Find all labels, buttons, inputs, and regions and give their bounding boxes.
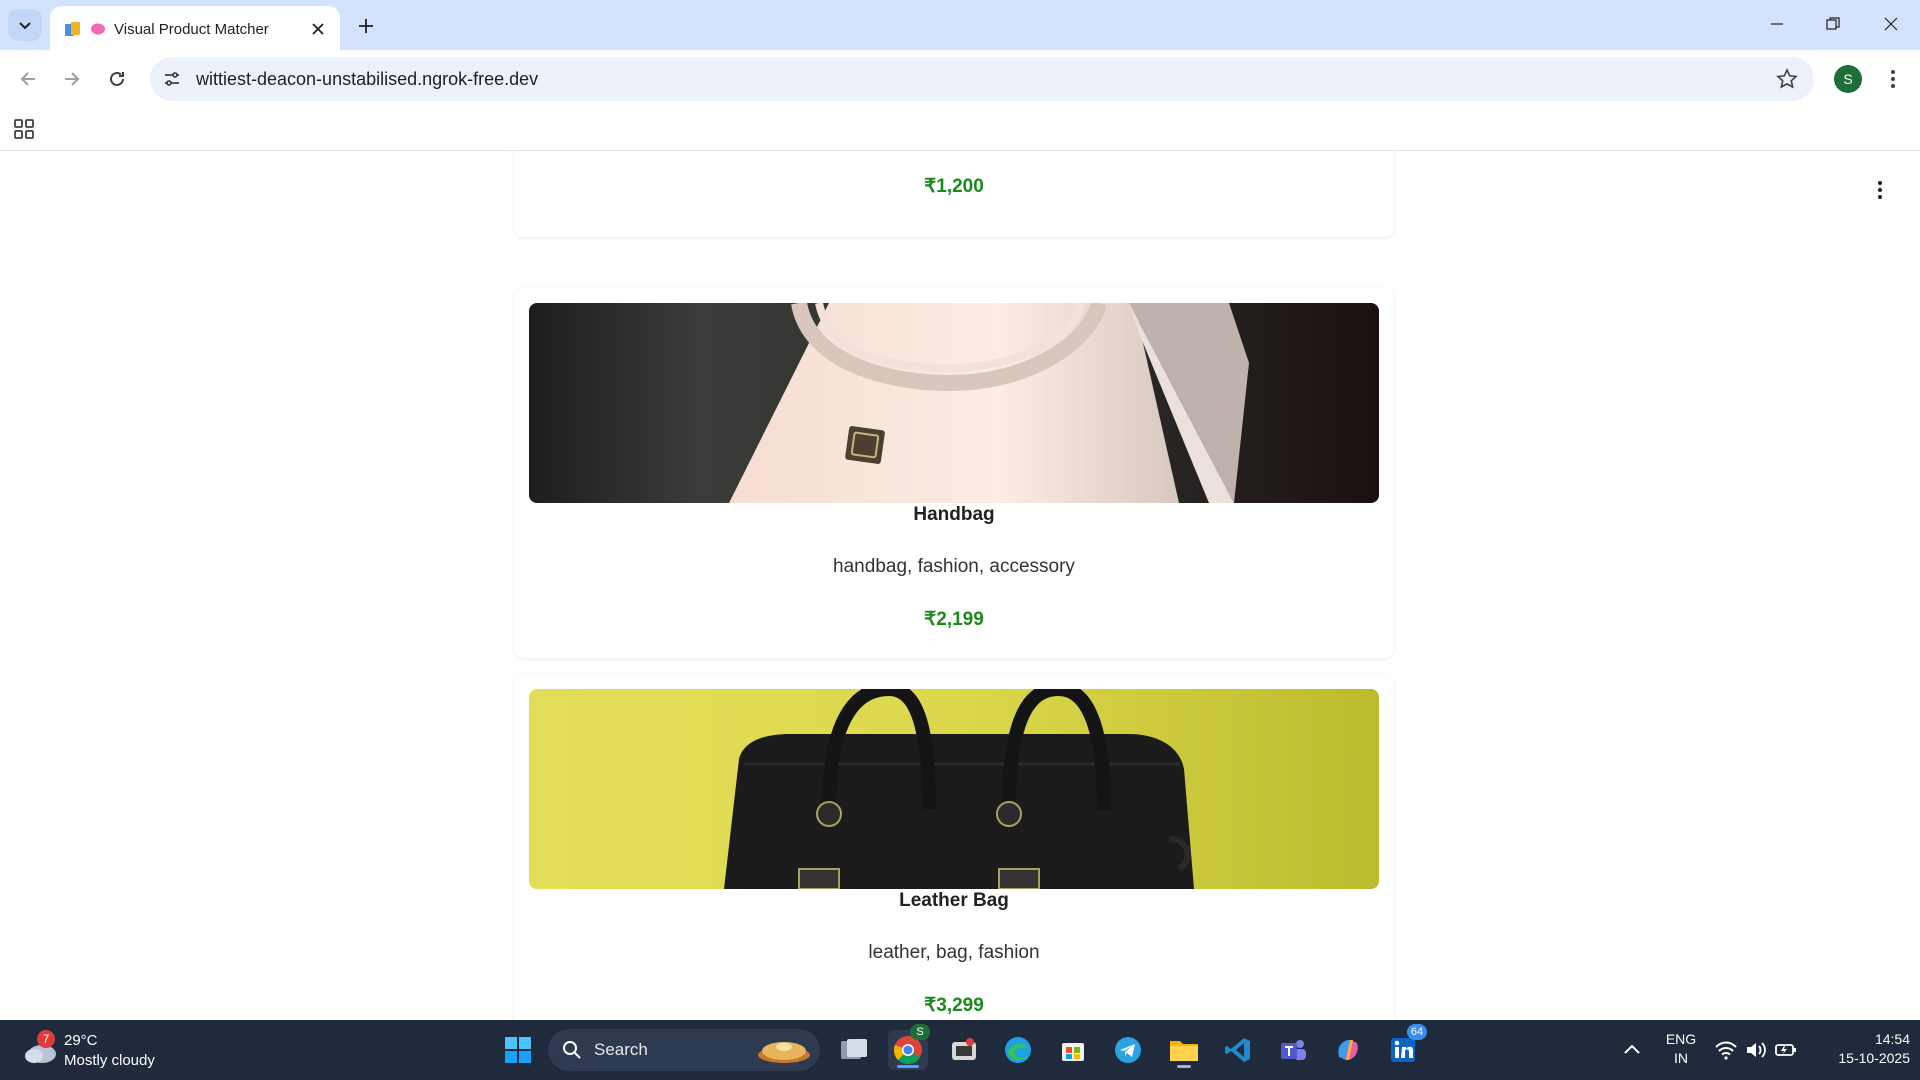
page-menu-button[interactable] — [1868, 177, 1892, 203]
region-code: IN — [1674, 1050, 1688, 1066]
linkedin-icon — [1391, 1038, 1415, 1062]
search-highlight-pie-icon — [758, 1042, 810, 1063]
weather-widget[interactable]: 7 29°C Mostly cloudy — [20, 1030, 170, 1072]
vscode-icon — [1225, 1038, 1250, 1062]
taskbar-app-tool[interactable] — [944, 1030, 984, 1070]
chevron-up-icon[interactable] — [1620, 1038, 1644, 1062]
reload-icon — [110, 71, 124, 86]
more-vertical-icon — [1878, 181, 1882, 199]
product-image-leather-bag[interactable] — [529, 689, 1379, 889]
product-name: Handbag — [913, 504, 995, 525]
product-name: Leather Bag — [899, 890, 1009, 911]
url-text: wittiest-deacon-unstabilised.ngrok-free.… — [196, 69, 539, 89]
new-tab-button[interactable] — [352, 12, 380, 40]
edge-icon — [1005, 1037, 1031, 1063]
plus-icon — [359, 19, 373, 33]
profile-avatar[interactable]: S — [1834, 65, 1862, 93]
address-bar[interactable]: wittiest-deacon-unstabilised.ngrok-free.… — [150, 57, 1814, 101]
chevron-down-icon — [19, 22, 31, 30]
minimize-button[interactable] — [1760, 10, 1794, 38]
browser-menu-button[interactable] — [1880, 65, 1906, 93]
weather-temperature: 29°C — [64, 1032, 98, 1049]
taskbar-edge[interactable] — [998, 1030, 1038, 1070]
clock-time: 14:54 — [1874, 1031, 1910, 1047]
reload-button[interactable] — [101, 63, 133, 95]
search-icon — [563, 1041, 581, 1059]
telegram-icon — [1115, 1037, 1141, 1063]
tab-visual-product-matcher[interactable]: Visual Product Matcher — [50, 6, 340, 50]
apps-grid-icon[interactable] — [12, 117, 36, 141]
start-button[interactable] — [498, 1030, 538, 1070]
taskbar-linkedin[interactable]: 64 — [1383, 1024, 1427, 1070]
taskbar-task-view[interactable] — [834, 1030, 874, 1070]
product-image-handbag[interactable] — [529, 303, 1379, 503]
bookmark-star-icon[interactable] — [1776, 68, 1798, 90]
language-code: ENG — [1665, 1031, 1697, 1047]
weather-condition: Mostly cloudy — [64, 1052, 155, 1069]
language-indicator[interactable]: ENG IN — [1656, 1030, 1706, 1068]
product-tags: leather, bag, fashion — [868, 942, 1040, 963]
forward-arrow-icon — [65, 72, 80, 86]
taskbar-search[interactable]: Search — [548, 1029, 820, 1071]
browser-toolbar: wittiest-deacon-unstabilised.ngrok-free.… — [0, 50, 1920, 108]
brain-icon — [91, 23, 105, 35]
back-arrow-icon — [20, 72, 35, 86]
minimize-icon — [1771, 23, 1783, 25]
folder-icon — [1170, 1041, 1198, 1061]
restore-icon — [1826, 17, 1840, 30]
linkedin-notification-badge: 64 — [1407, 1024, 1427, 1040]
close-window-button[interactable] — [1874, 10, 1908, 38]
more-vertical-icon — [1891, 70, 1895, 88]
taskbar-chrome[interactable]: S — [888, 1024, 930, 1070]
open-indicator — [1177, 1065, 1191, 1068]
system-clock[interactable]: 14:54 15-10-2025 — [1810, 1030, 1910, 1068]
product-price: ₹3,299 — [924, 995, 984, 1016]
taskbar-copilot[interactable] — [1328, 1030, 1368, 1070]
active-indicator — [897, 1065, 919, 1068]
favicon-icon — [65, 22, 80, 36]
browser-titlebar: Visual Product Matcher — [0, 0, 1920, 50]
tab-close-icon[interactable] — [308, 19, 328, 39]
product-card[interactable]: Leather Bag leather, bag, fashion ₹3,299 — [514, 674, 1394, 1020]
tab-title: Visual Product Matcher — [114, 21, 269, 38]
forward-button[interactable] — [56, 63, 88, 95]
page-viewport: ₹1,200 Handbag handbag, fashion, accesso… — [0, 151, 1920, 1020]
restore-button[interactable] — [1816, 10, 1850, 38]
taskbar-teams[interactable] — [1273, 1030, 1313, 1070]
product-card[interactable]: ₹1,200 — [514, 151, 1394, 237]
product-price: ₹2,199 — [924, 609, 984, 630]
product-tags: handbag, fashion, accessory — [833, 556, 1075, 577]
task-view-icon — [841, 1039, 867, 1059]
windows-taskbar: 7 29°C Mostly cloudy Search S 64 ENG IN … — [0, 1020, 1920, 1080]
toolbox-app-icon — [952, 1038, 976, 1060]
taskbar-vscode[interactable] — [1218, 1030, 1258, 1070]
tab-search-button[interactable] — [8, 9, 42, 41]
weather-alert-badge: 7 — [37, 1030, 55, 1048]
teams-icon — [1281, 1040, 1306, 1060]
windows-logo-icon — [505, 1037, 531, 1063]
close-icon — [1884, 17, 1898, 31]
wifi-icon[interactable] — [1714, 1038, 1738, 1062]
search-label: Search — [594, 1040, 648, 1059]
battery-icon[interactable] — [1774, 1038, 1798, 1062]
chrome-profile-badge: S — [910, 1024, 930, 1040]
product-card[interactable]: Handbag handbag, fashion, accessory ₹2,1… — [514, 288, 1394, 658]
back-button[interactable] — [12, 63, 44, 95]
taskbar-store[interactable] — [1053, 1030, 1093, 1070]
taskbar-file-explorer[interactable] — [1164, 1030, 1204, 1070]
store-icon — [1062, 1043, 1084, 1061]
site-settings-icon[interactable] — [162, 69, 182, 89]
clock-date: 15-10-2025 — [1838, 1050, 1910, 1066]
product-price: ₹1,200 — [924, 176, 984, 197]
copilot-icon — [1338, 1039, 1358, 1061]
bookmarks-bar — [0, 108, 1920, 151]
taskbar-telegram[interactable] — [1108, 1030, 1148, 1070]
volume-icon[interactable] — [1744, 1038, 1768, 1062]
